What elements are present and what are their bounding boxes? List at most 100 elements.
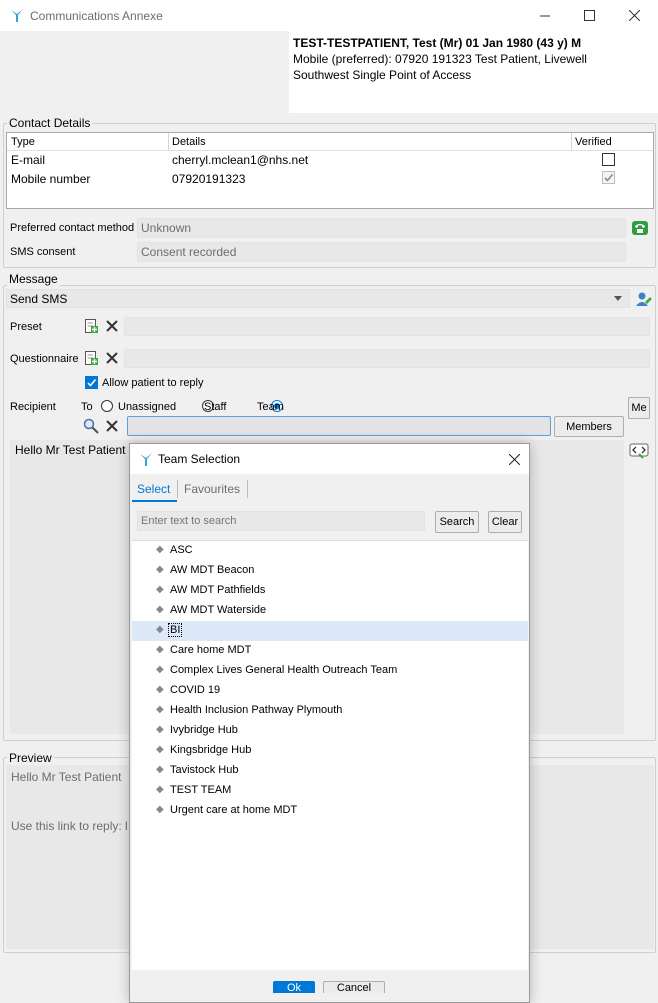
patient-banner: TEST-TESTPATIENT, Test (Mr) 01 Jan 1980 … [289, 31, 658, 113]
team-list-item[interactable]: ◆ Care home MDT [132, 641, 528, 661]
team-list-item[interactable]: ◆ ASC [132, 541, 528, 561]
sms-consent-label: SMS consent [10, 246, 76, 258]
clear-x-icon [106, 320, 118, 332]
preferred-contact-label: Preferred contact method [10, 222, 135, 234]
contacts-button[interactable] [634, 289, 654, 309]
team-list-item[interactable]: ◆ TEST TEAM [132, 781, 528, 801]
checkmark-icon [87, 378, 97, 387]
col-type: Type [11, 136, 35, 148]
team-list-item[interactable]: ◆ Kingsbridge Hub [132, 741, 528, 761]
contact-grid-header: Type Details Verified [7, 133, 653, 151]
contact-details-label: Contact Details [7, 116, 93, 130]
team-list-item[interactable]: ◆ Health Inclusion Pathway Plymouth [132, 701, 528, 721]
minimize-button[interactable] [522, 0, 567, 31]
preset-add-button[interactable] [82, 317, 100, 335]
maximize-button[interactable] [567, 0, 612, 31]
team-list-item[interactable]: ◆ COVID 19 [132, 681, 528, 701]
mobile-verified-checkbox[interactable] [602, 171, 615, 184]
radio-unassigned[interactable] [101, 400, 113, 412]
tree-node-icon: ◆ [156, 804, 164, 815]
team-list-item[interactable]: ◆ AW MDT Beacon [132, 561, 528, 581]
team-search-button[interactable]: Search [435, 511, 479, 533]
window-title: Communications Annexe [30, 9, 163, 23]
tree-node-icon: ◆ [156, 584, 164, 595]
recipient-clear-button[interactable] [103, 417, 121, 435]
phone-icon [632, 221, 648, 235]
email-verified-checkbox[interactable] [602, 153, 615, 166]
recipient-field[interactable] [127, 416, 551, 436]
tab-favourites[interactable]: Favourites [178, 478, 248, 502]
close-icon [508, 453, 520, 465]
chevron-down-icon [614, 296, 622, 301]
close-button[interactable] [612, 0, 657, 31]
allow-reply-checkbox[interactable] [85, 376, 98, 389]
team-list-item[interactable]: ◆ Urgent care at home MDT [132, 801, 528, 821]
sms-consent-field: Consent recorded [137, 242, 626, 262]
col-details: Details [172, 136, 206, 148]
questionnaire-label: Questionnaire [10, 353, 79, 365]
team-list-item[interactable]: ◆ Ivybridge Hub [132, 721, 528, 741]
contacts-icon [636, 292, 652, 306]
preset-clear-button[interactable] [103, 317, 121, 335]
minimize-icon [539, 15, 550, 16]
questionnaire-add-button[interactable] [82, 349, 100, 367]
tree-node-icon: ◆ [156, 664, 164, 675]
preferred-contact-field: Unknown [137, 218, 626, 238]
app-logo-icon [140, 453, 152, 466]
tab-divider [247, 480, 248, 498]
row-email-type[interactable]: E-mail [11, 153, 45, 167]
me-button[interactable]: Me [628, 397, 650, 419]
tree-node-icon: ◆ [156, 704, 164, 715]
recipient-search-button[interactable] [82, 417, 100, 435]
team-list-item[interactable]: ◆ AW MDT Pathfields [132, 581, 528, 601]
contact-grid: Type Details Verified E-mail cherryl.mcl… [6, 132, 654, 209]
message-type-value: Send SMS [10, 292, 68, 306]
dialog-title-bar: Team Selection [130, 444, 529, 474]
dialog-close-button[interactable] [504, 449, 524, 469]
members-button[interactable]: Members [554, 416, 624, 437]
allow-reply-label: Allow patient to reply [102, 377, 204, 389]
row-mobile-type[interactable]: Mobile number [11, 172, 90, 186]
dialog-title: Team Selection [158, 452, 241, 466]
tree-node-icon: ◆ [156, 744, 164, 755]
patient-service: Southwest Single Point of Access [293, 68, 472, 82]
row-mobile-details[interactable]: 07920191323 [172, 172, 245, 186]
team-list-item[interactable]: ◆ Complex Lives General Health Outreach T… [132, 661, 528, 681]
tree-node-icon: ◆ [156, 724, 164, 735]
maximize-icon [584, 10, 595, 21]
document-add-icon [85, 351, 98, 365]
insert-field-button[interactable] [628, 441, 650, 461]
tree-node-icon: ◆ [156, 644, 164, 655]
team-list-item-selected[interactable]: ◆ BI [132, 621, 528, 641]
insert-tag-icon [629, 443, 649, 459]
tree-node-icon: ◆ [156, 604, 164, 615]
title-bar: Communications Annexe [0, 0, 658, 31]
message-group-label: Message [7, 272, 60, 286]
tree-node-icon: ◆ [156, 784, 164, 795]
preset-field [124, 317, 650, 336]
patient-name: TEST-TESTPATIENT, Test (Mr) 01 Jan 1980 … [293, 36, 582, 50]
cancel-button[interactable]: Cancel [323, 981, 385, 993]
radio-staff-label: Staff [204, 401, 227, 413]
tab-select[interactable]: Select [132, 478, 177, 502]
patient-contact: Mobile (preferred): 07920 191323 Test Pa… [293, 52, 587, 66]
radio-team-label: Team [257, 401, 284, 413]
team-search-input[interactable] [137, 511, 425, 531]
row-email-details[interactable]: cherryl.mclean1@nhs.net [172, 153, 308, 167]
team-clear-button[interactable]: Clear [488, 511, 522, 533]
app-logo-icon [11, 9, 23, 22]
message-type-select[interactable]: Send SMS [6, 289, 630, 308]
radio-unassigned-label: Unassigned [118, 401, 177, 413]
team-list: ◆ ASC ◆ AW MDT Beacon ◆ AW MDT Pathfields ◆… [132, 540, 528, 970]
preview-line-2: Use this link to reply: l [11, 819, 128, 833]
team-list-item[interactable]: ◆ Tavistock Hub [132, 761, 528, 781]
tab-favourites-label: Favourites [184, 482, 241, 496]
phone-button[interactable] [630, 218, 650, 238]
ok-button[interactable]: Ok [273, 981, 315, 993]
preset-label: Preset [10, 321, 42, 333]
team-list-item[interactable]: ◆ AW MDT Waterside [132, 601, 528, 621]
questionnaire-clear-button[interactable] [103, 349, 121, 367]
tree-node-icon: ◆ [156, 684, 164, 695]
questionnaire-field [124, 349, 650, 368]
tree-node-icon: ◆ [156, 624, 164, 635]
